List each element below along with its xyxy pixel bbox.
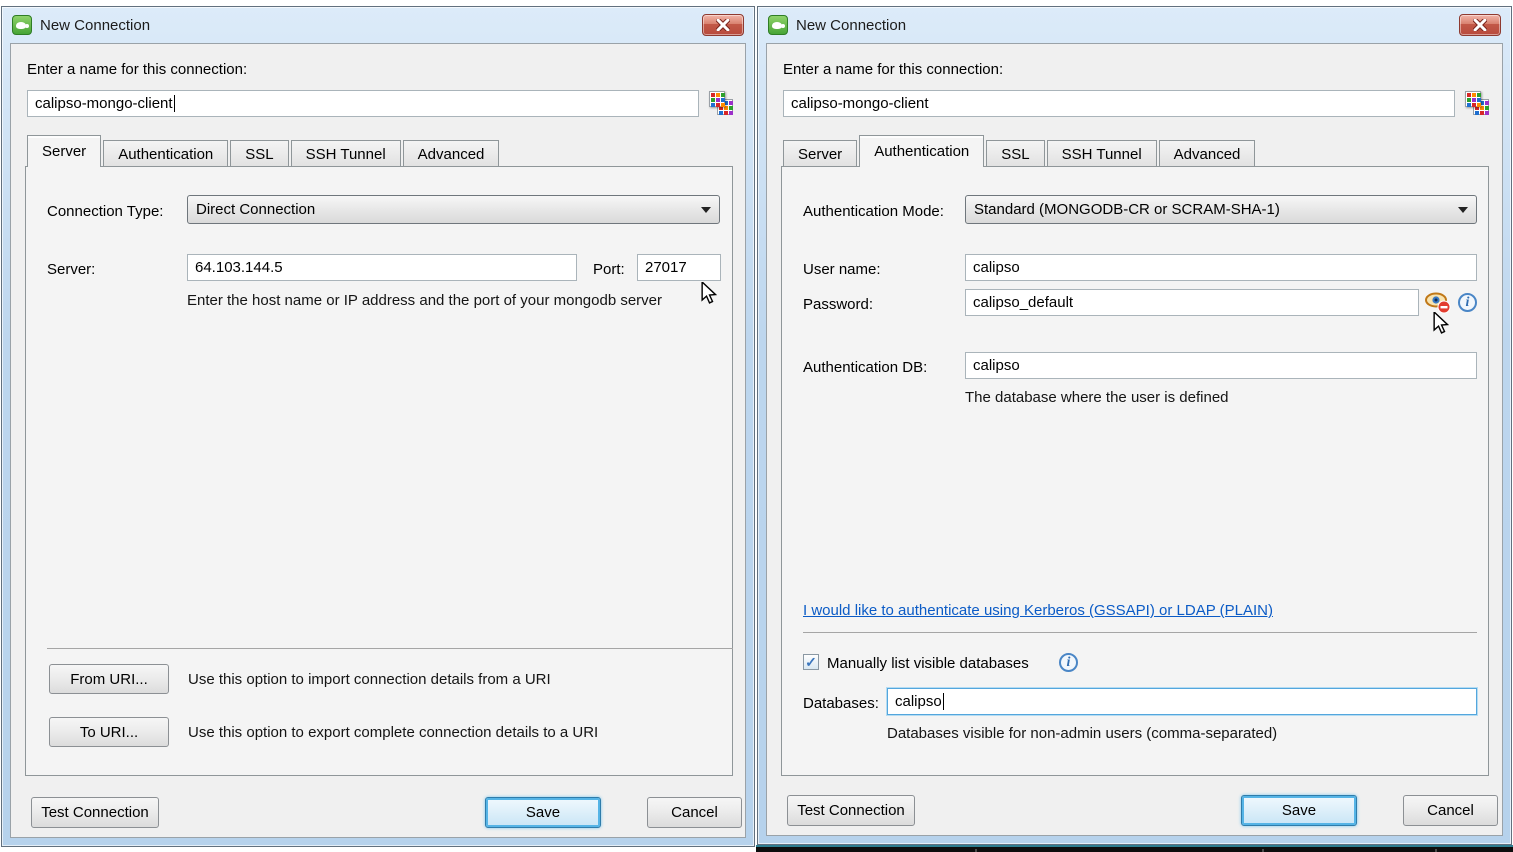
color-palette-icon[interactable] <box>709 91 735 117</box>
port-input[interactable]: 27017 <box>637 254 721 281</box>
auth-mode-select[interactable]: Standard (MONGODB-CR or SCRAM-SHA-1) <box>965 195 1477 224</box>
user-name-value: calipso <box>973 259 1020 276</box>
chevron-down-icon <box>1458 207 1468 213</box>
app-icon <box>768 15 788 35</box>
user-name-label: User name: <box>803 261 881 278</box>
connection-type-label: Connection Type: <box>47 203 163 220</box>
chevron-down-icon <box>701 207 711 213</box>
tab-advanced[interactable]: Advanced <box>403 140 500 167</box>
connection-name-value: calipso-mongo-client <box>35 95 173 112</box>
title-bar[interactable]: New Connection <box>758 7 1511 43</box>
auth-mode-label: Authentication Mode: <box>803 203 944 220</box>
tab-ssh-tunnel[interactable]: SSH Tunnel <box>291 140 401 167</box>
databases-input[interactable]: calipso <box>887 688 1477 715</box>
window-title: New Connection <box>796 17 906 34</box>
databases-label: Databases: <box>803 695 879 712</box>
save-button[interactable]: Save <box>1241 795 1357 826</box>
password-input[interactable]: calipso_default <box>965 289 1419 316</box>
text-caret <box>943 693 944 710</box>
tab-ssl[interactable]: SSL <box>230 140 288 167</box>
databases-help-text: Databases visible for non-admin users (c… <box>887 725 1277 742</box>
visible-databases-info-icon[interactable]: i <box>1059 653 1078 672</box>
password-info-icon[interactable]: i <box>1458 293 1477 312</box>
app-icon <box>12 15 32 35</box>
save-button[interactable]: Save <box>485 797 601 828</box>
auth-db-help-text: The database where the user is defined <box>965 389 1229 406</box>
manually-list-databases-checkbox[interactable]: ✓ <box>803 654 819 670</box>
connection-name-input[interactable]: calipso-mongo-client <box>27 90 699 117</box>
port-value: 27017 <box>645 259 687 276</box>
background-window-edge <box>756 845 1513 852</box>
connection-type-value: Direct Connection <box>196 201 315 218</box>
auth-db-label: Authentication DB: <box>803 359 927 376</box>
new-connection-window-server: New Connection Enter a name for this con… <box>1 6 755 847</box>
tab-server[interactable]: Server <box>783 140 857 167</box>
close-icon[interactable] <box>1459 14 1501 36</box>
close-icon[interactable] <box>702 14 744 36</box>
to-uri-help-text: Use this option to export complete conne… <box>188 724 598 741</box>
kerberos-ldap-link[interactable]: I would like to authenticate using Kerbe… <box>803 602 1273 619</box>
password-value: calipso_default <box>973 294 1073 311</box>
from-uri-help-text: Use this option to import connection det… <box>188 671 551 688</box>
hide-password-eye-icon[interactable] <box>1424 290 1452 314</box>
auth-mode-value: Standard (MONGODB-CR or SCRAM-SHA-1) <box>974 201 1280 218</box>
manually-list-databases-label: Manually list visible databases <box>827 655 1029 672</box>
color-palette-icon[interactable] <box>1465 91 1491 117</box>
new-connection-window-authentication: New Connection Enter a name for this con… <box>757 6 1512 845</box>
tab-ssh-tunnel[interactable]: SSH Tunnel <box>1047 140 1157 167</box>
divider <box>803 632 1477 633</box>
divider <box>47 648 733 649</box>
connection-name-value: calipso-mongo-client <box>791 95 929 112</box>
to-uri-button[interactable]: To URI... <box>49 717 169 747</box>
test-connection-button[interactable]: Test Connection <box>31 797 159 828</box>
auth-db-value: calipso <box>973 357 1020 374</box>
dialog-body: Enter a name for this connection: calips… <box>766 43 1503 836</box>
palette-front-square <box>709 91 725 107</box>
tab-authentication[interactable]: Authentication <box>859 135 984 167</box>
from-uri-button[interactable]: From URI... <box>49 664 169 694</box>
test-connection-button[interactable]: Test Connection <box>787 795 915 826</box>
tab-bar: Server Authentication SSL SSH Tunnel Adv… <box>27 135 501 167</box>
connection-type-select[interactable]: Direct Connection <box>187 195 720 224</box>
tab-server[interactable]: Server <box>27 135 101 167</box>
server-address-value: 64.103.144.5 <box>195 259 283 276</box>
password-label: Password: <box>803 296 873 313</box>
connection-name-input[interactable]: calipso-mongo-client <box>783 90 1455 117</box>
cancel-button[interactable]: Cancel <box>647 797 742 828</box>
tab-authentication[interactable]: Authentication <box>103 140 228 167</box>
databases-value: calipso <box>895 693 942 710</box>
palette-front-square <box>1465 91 1481 107</box>
tab-ssl[interactable]: SSL <box>986 140 1044 167</box>
server-help-text: Enter the host name or IP address and th… <box>187 292 662 309</box>
port-label: Port: <box>593 261 625 278</box>
name-field-label: Enter a name for this connection: <box>27 61 247 78</box>
user-name-input[interactable]: calipso <box>965 254 1477 281</box>
window-title: New Connection <box>40 17 150 34</box>
tab-bar: Server Authentication SSL SSH Tunnel Adv… <box>783 135 1257 167</box>
title-bar[interactable]: New Connection <box>2 7 754 43</box>
name-field-label: Enter a name for this connection: <box>783 61 1003 78</box>
server-label: Server: <box>47 261 95 278</box>
server-address-input[interactable]: 64.103.144.5 <box>187 254 577 281</box>
auth-db-input[interactable]: calipso <box>965 352 1477 379</box>
tab-advanced[interactable]: Advanced <box>1159 140 1256 167</box>
cancel-button[interactable]: Cancel <box>1403 795 1498 826</box>
dialog-body: Enter a name for this connection: calips… <box>10 43 746 838</box>
text-caret <box>174 95 175 112</box>
